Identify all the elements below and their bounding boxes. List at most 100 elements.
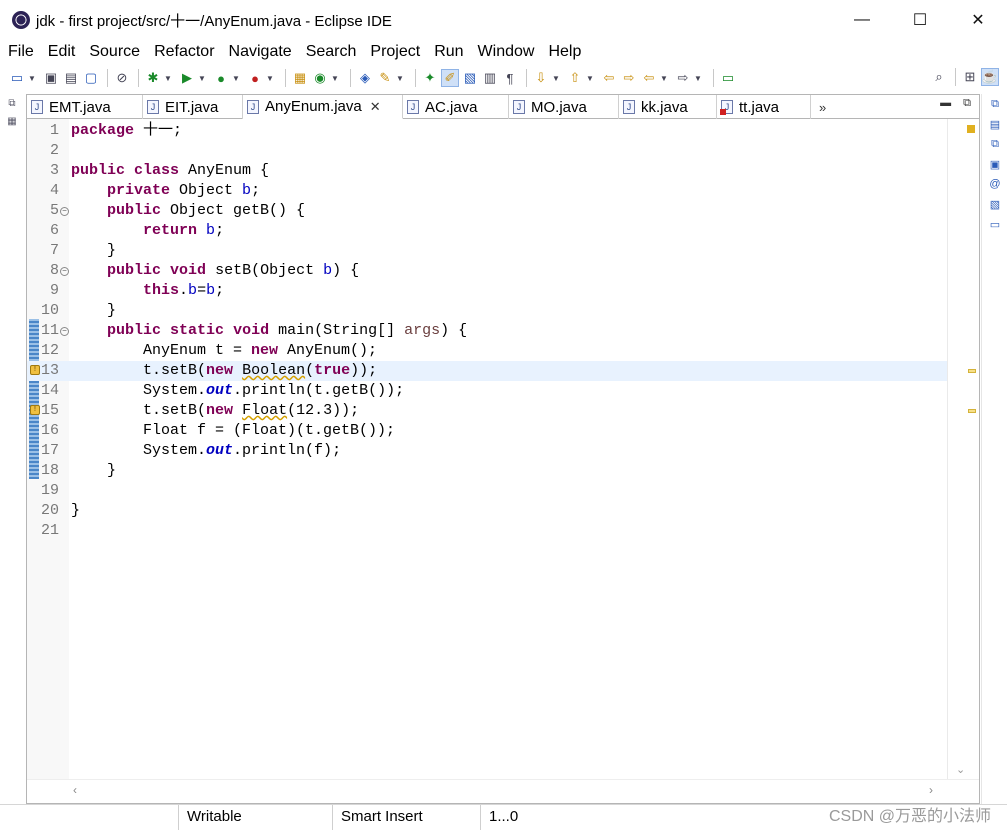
external-tools-dropdown-icon[interactable]: ▼ — [266, 69, 274, 87]
tab-anyenum-java[interactable]: J AnyEnum.java ✕ — [243, 95, 403, 119]
warning-icon[interactable]: ! — [30, 405, 40, 415]
previous-annotation-dropdown-icon[interactable]: ▼ — [586, 69, 594, 87]
scroll-right-icon[interactable]: › — [929, 783, 933, 797]
toggle-comment-icon[interactable]: ✦ — [421, 69, 439, 87]
search-icon[interactable]: ⌕ — [930, 68, 948, 86]
open-task-dropdown-icon[interactable]: ▼ — [396, 69, 404, 87]
scroll-left-icon[interactable]: ‹ — [73, 783, 77, 797]
restore-icon[interactable]: ⧉ — [987, 98, 1003, 114]
menu-run[interactable]: Run — [434, 43, 463, 61]
new-class-icon[interactable]: ◉ — [311, 69, 329, 87]
toggle-block-selection-icon[interactable]: ▧ — [461, 69, 479, 87]
code-line[interactable]: 1 package 十一; — [27, 121, 947, 141]
code-line[interactable]: 6 return b; — [27, 221, 947, 241]
problems-icon[interactable]: ▣ — [987, 158, 1003, 174]
external-tools-icon[interactable]: ● — [246, 69, 264, 87]
close-tab-icon[interactable]: ✕ — [370, 99, 381, 115]
show-whitespace-icon[interactable]: ¶ — [501, 69, 519, 87]
code-line[interactable]: 18 } — [27, 461, 947, 481]
terminal-icon[interactable]: ▢ — [82, 69, 100, 87]
collapse-fold-icon[interactable]: − — [60, 207, 69, 216]
code-line[interactable]: 15! t.setB(new Float(12.3)); — [27, 401, 947, 421]
next-annotation-dropdown-icon[interactable]: ▼ — [552, 69, 560, 87]
code-line[interactable]: 8− public void setB(Object b) { — [27, 261, 947, 281]
back-edit-icon[interactable]: ⇨ — [620, 69, 638, 87]
code-line[interactable]: 5− public Object getB() { — [27, 201, 947, 221]
warning-marker[interactable] — [968, 369, 976, 373]
code-line[interactable]: 14 System.out.println(t.getB()); — [27, 381, 947, 401]
code-line[interactable]: 16 Float f = (Float)(t.getB()); — [27, 421, 947, 441]
code-line[interactable]: 3 public class AnyEnum { — [27, 161, 947, 181]
coverage-dropdown-icon[interactable]: ▼ — [232, 69, 240, 87]
mark-occurrences-icon[interactable]: ✐ — [441, 69, 459, 87]
skip-breakpoints-icon[interactable]: ⊘ — [113, 69, 131, 87]
tab-tt-java[interactable]: J tt.java — [717, 95, 811, 119]
new-class-dropdown-icon[interactable]: ▼ — [331, 69, 339, 87]
minimize-icon[interactable]: ▬ — [940, 97, 951, 110]
previous-annotation-icon[interactable]: ⇧ — [566, 69, 584, 87]
close-button[interactable]: ✕ — [949, 0, 1007, 40]
code-line[interactable]: 10 } — [27, 301, 947, 321]
save-icon[interactable]: ▣ — [42, 69, 60, 87]
maximize-icon[interactable]: ⧉ — [963, 97, 971, 110]
collapse-fold-icon[interactable]: − — [60, 267, 69, 276]
maximize-button[interactable]: ☐ — [891, 0, 949, 40]
warning-summary-icon[interactable] — [967, 125, 975, 133]
menu-navigate[interactable]: Navigate — [229, 43, 292, 61]
tab-mo-java[interactable]: J MO.java — [509, 95, 619, 119]
restore-icon[interactable]: ⧉ — [987, 138, 1003, 154]
open-perspective-icon[interactable]: ⊞ — [961, 68, 979, 86]
restore-icon[interactable]: ⧉ — [5, 98, 19, 112]
menu-help[interactable]: Help — [548, 43, 581, 61]
forward-icon[interactable]: ⇨ — [674, 69, 692, 87]
code-area[interactable]: 1 package 十一; 2 3 public class AnyEnum {4 pr… — [27, 119, 979, 779]
overview-ruler[interactable]: ⌄ — [947, 119, 979, 779]
warning-marker[interactable] — [968, 409, 976, 413]
menu-search[interactable]: Search — [306, 43, 357, 61]
menu-edit[interactable]: Edit — [48, 43, 76, 61]
run-dropdown-icon[interactable]: ▼ — [198, 69, 206, 87]
tab-kk-java[interactable]: J kk.java — [619, 95, 717, 119]
next-annotation-icon[interactable]: ⇩ — [532, 69, 550, 87]
open-task-icon[interactable]: ✎ — [376, 69, 394, 87]
coverage-icon[interactable]: ● — [212, 69, 230, 87]
collapse-fold-icon[interactable]: − — [60, 327, 69, 336]
java-perspective-icon[interactable]: ☕ — [981, 68, 999, 86]
code-line[interactable]: 12 AnyEnum t = new AnyEnum(); — [27, 341, 947, 361]
menu-refactor[interactable]: Refactor — [154, 43, 214, 61]
javadoc-icon[interactable]: @ — [987, 178, 1003, 194]
code-line[interactable]: 4 private Object b; — [27, 181, 947, 201]
menu-file[interactable]: File — [8, 43, 34, 61]
code-line[interactable]: 21 — [27, 521, 947, 541]
pin-editor-icon[interactable]: ▭ — [719, 69, 737, 87]
scroll-down-icon[interactable]: ⌄ — [956, 763, 965, 776]
code-line[interactable]: 13! t.setB(new Boolean(true)); — [27, 361, 947, 381]
debug-icon[interactable]: ✱ — [144, 69, 162, 87]
show-source-icon[interactable]: ▥ — [481, 69, 499, 87]
tab-ac-java[interactable]: J AC.java — [403, 95, 509, 119]
menu-project[interactable]: Project — [370, 43, 420, 61]
new-file-icon[interactable]: ▭ — [8, 69, 26, 87]
outline-icon[interactable]: ▤ — [987, 118, 1003, 134]
forward-dropdown-icon[interactable]: ▼ — [694, 69, 702, 87]
new-dropdown-icon[interactable]: ▼ — [28, 69, 36, 87]
last-edit-location-icon[interactable]: ⇦ — [600, 69, 618, 87]
declaration-icon[interactable]: ▧ — [987, 198, 1003, 214]
minimize-button[interactable]: — — [833, 0, 891, 40]
horizontal-scrollbar[interactable]: ‹ › — [27, 779, 979, 803]
code-line[interactable]: 11− public static void main(String[] arg… — [27, 321, 947, 341]
back-dropdown-icon[interactable]: ▼ — [660, 69, 668, 87]
tab-eit-java[interactable]: J EIT.java — [143, 95, 243, 119]
save-all-icon[interactable]: ▤ — [62, 69, 80, 87]
menu-source[interactable]: Source — [89, 43, 140, 61]
new-package-icon[interactable]: ▦ — [291, 69, 309, 87]
code-line[interactable]: 17 System.out.println(f); — [27, 441, 947, 461]
code-line[interactable]: 20} — [27, 501, 947, 521]
menu-window[interactable]: Window — [478, 43, 535, 61]
package-explorer-icon[interactable]: ▦ — [5, 116, 19, 130]
console-icon[interactable]: ▭ — [987, 218, 1003, 234]
back-icon[interactable]: ⇦ — [640, 69, 658, 87]
debug-dropdown-icon[interactable]: ▼ — [164, 69, 172, 87]
tab-emt-java[interactable]: J EMT.java — [27, 95, 143, 119]
code-line[interactable]: 9 this.b=b; — [27, 281, 947, 301]
